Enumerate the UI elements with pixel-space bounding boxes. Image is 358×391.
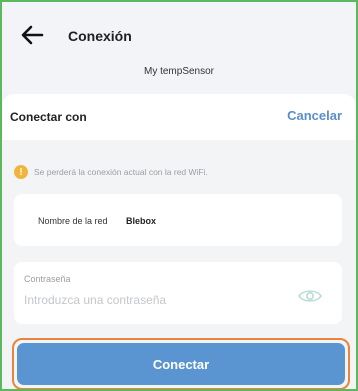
password-card: Contraseña [14,262,342,324]
back-arrow-icon[interactable] [20,24,44,46]
sheet-title: Conectar con [10,110,87,124]
warning-row: ! Se perderá la conexión actual con la r… [14,164,208,180]
eye-icon[interactable] [298,288,322,304]
warning-text: Se perderá la conexión actual con la red… [34,167,208,177]
connect-sheet: Conectar con Cancelar ! Se perderá la co… [2,94,356,389]
connect-button-highlight: Conectar [12,338,350,389]
password-input[interactable] [24,290,294,310]
network-name-value: Blebox [126,216,157,226]
password-label: Contraseña [24,274,71,284]
cancel-button[interactable]: Cancelar [287,108,342,123]
screen-frame: Conexión My tempSensor Conectar con Canc… [0,0,358,391]
app-header: Conexión My tempSensor [2,2,356,94]
network-name-label: Nombre de la red [38,216,108,226]
connect-button[interactable]: Conectar [17,343,345,385]
warning-icon: ! [14,165,28,179]
sheet-header: Conectar con Cancelar [2,94,356,140]
network-card: Nombre de la red Blebox [14,194,342,246]
page-title: Conexión [68,28,132,44]
device-name: My tempSensor [143,66,215,77]
